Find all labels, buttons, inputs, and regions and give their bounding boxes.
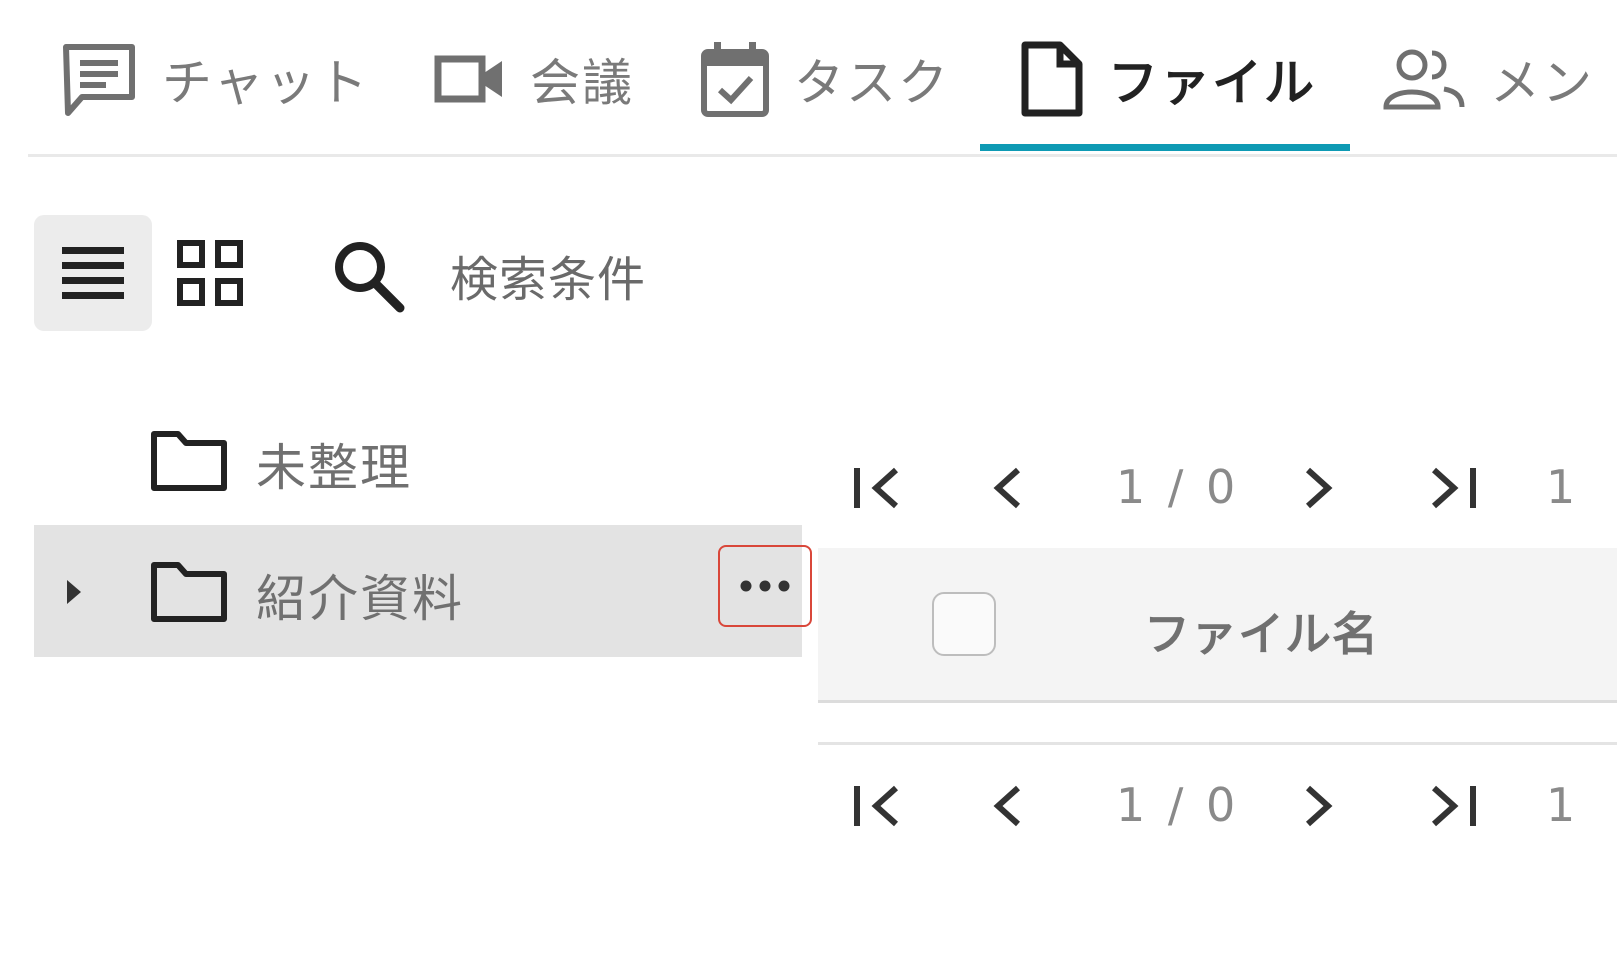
tab-meeting[interactable]: 会議	[434, 40, 634, 118]
page-indicator: 1 / 0	[1116, 778, 1240, 832]
active-tab-indicator	[980, 144, 1350, 151]
file-table-header: ファイル名	[818, 548, 1617, 703]
folder-icon	[150, 430, 228, 492]
list-view-button[interactable]	[34, 215, 152, 331]
search-conditions-label: 検索条件	[450, 252, 647, 308]
page-indicator: 1 / 0	[1116, 460, 1240, 514]
pagination-top: 1 / 0 1	[818, 448, 1617, 528]
chat-icon	[62, 41, 138, 117]
next-page-icon[interactable]	[1302, 782, 1336, 830]
previous-page-icon[interactable]	[990, 782, 1024, 830]
calendar-check-icon	[700, 40, 770, 118]
last-page-icon[interactable]	[1428, 782, 1478, 830]
search-conditions-button[interactable]: 検索条件	[330, 230, 646, 320]
tab-files[interactable]: ファイル	[1020, 40, 1316, 118]
tab-members-label: メン	[1490, 54, 1594, 112]
tab-chat[interactable]: チャット	[62, 40, 370, 118]
folder-label: 未整理	[256, 439, 412, 497]
tab-bar: チャット 会議 タスク ファイル メン	[28, 0, 1617, 157]
folder-more-options-button[interactable]	[718, 545, 812, 627]
grid-view-icon	[177, 240, 243, 306]
page-size-value[interactable]: 1	[1546, 778, 1575, 832]
table-body-divider	[818, 742, 1617, 745]
search-icon	[330, 237, 406, 313]
select-all-checkbox[interactable]	[932, 592, 996, 656]
video-icon	[434, 49, 506, 109]
folder-label: 紹介資料	[256, 570, 464, 628]
folder-item-unsorted[interactable]: 未整理	[34, 394, 802, 526]
folder-icon	[150, 561, 228, 623]
page-size-value[interactable]: 1	[1546, 460, 1575, 514]
tab-files-label: ファイル	[1108, 54, 1316, 112]
last-page-icon[interactable]	[1428, 464, 1478, 512]
next-page-icon[interactable]	[1302, 464, 1336, 512]
folder-item-intro-materials[interactable]: 紹介資料	[34, 525, 812, 657]
members-icon	[1382, 47, 1466, 111]
tab-meeting-label: 会議	[530, 54, 634, 112]
file-icon	[1020, 40, 1084, 118]
previous-page-icon[interactable]	[990, 464, 1024, 512]
tab-task[interactable]: タスク	[700, 40, 950, 118]
more-horizontal-icon	[738, 578, 792, 594]
tab-task-label: タスク	[794, 54, 950, 112]
tab-members[interactable]: メン	[1382, 40, 1594, 118]
list-view-icon	[62, 245, 124, 301]
first-page-icon[interactable]	[852, 464, 902, 512]
expand-caret-icon[interactable]	[64, 575, 86, 609]
tab-chat-label: チャット	[162, 54, 370, 112]
first-page-icon[interactable]	[852, 782, 902, 830]
pagination-bottom: 1 / 0 1	[818, 766, 1617, 846]
grid-view-button[interactable]	[158, 215, 262, 331]
column-header-filename[interactable]: ファイル名	[1144, 598, 1379, 664]
